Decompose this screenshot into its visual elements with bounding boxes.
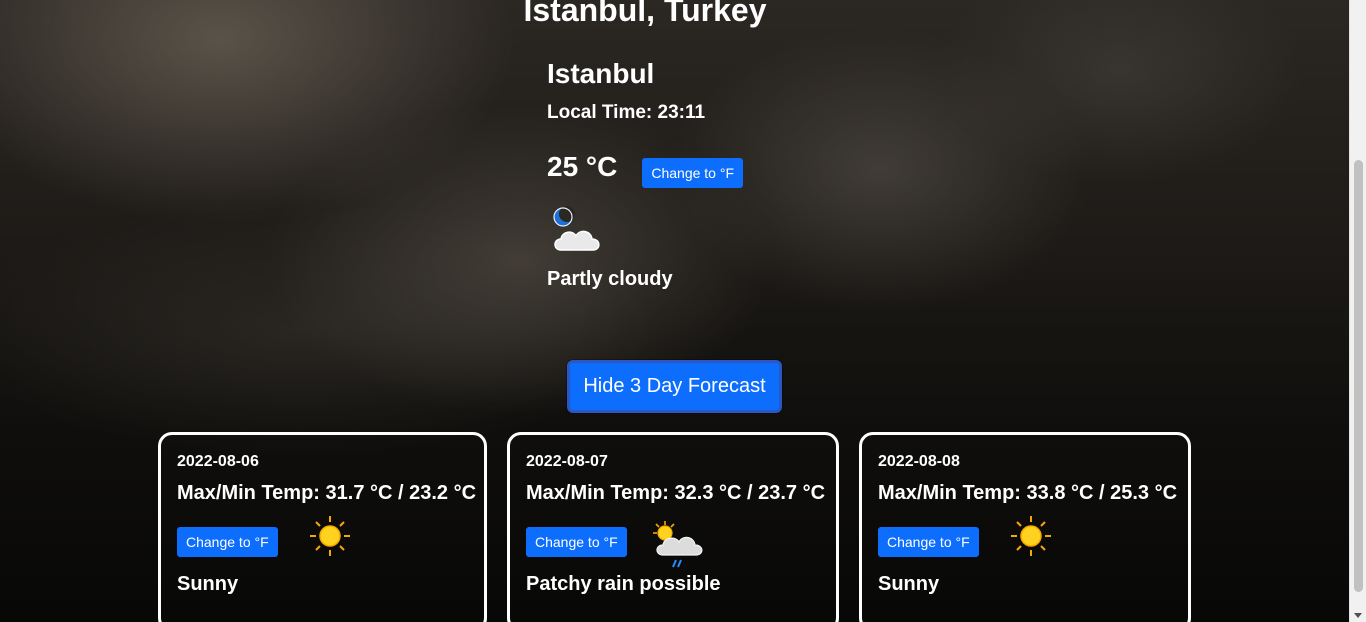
scrollbar-thumb[interactable] — [1354, 160, 1363, 592]
forecast-condition: Sunny — [878, 573, 940, 595]
change-unit-button[interactable]: Change to °F — [878, 527, 979, 557]
change-unit-button[interactable]: Change to °F — [526, 527, 627, 557]
sun-icon — [1009, 514, 1065, 570]
forecast-date: 2022-08-08 — [878, 453, 960, 470]
current-temperature: 25 °C — [547, 151, 618, 182]
forecast-row: Change to °F — [878, 516, 1188, 561]
page-scrollbar[interactable] — [1349, 0, 1366, 622]
scroll-down-arrow-icon[interactable] — [1354, 613, 1362, 618]
change-unit-button[interactable]: Change to °F — [177, 527, 278, 557]
forecast-condition: Patchy rain possible — [526, 573, 721, 595]
partly-cloudy-night-icon — [547, 204, 611, 268]
hide-forecast-button[interactable]: Hide 3 Day Forecast — [567, 360, 782, 413]
forecast-card: 2022-08-06 Max/Min Temp: 31.7 °C / 23.2 … — [158, 432, 487, 622]
patchy-rain-icon — [649, 519, 705, 575]
sun-icon — [308, 514, 364, 570]
forecast-row: Change to °F — [177, 516, 484, 561]
forecast-temps: Max/Min Temp: 33.8 °C / 25.3 °C — [878, 482, 1178, 504]
location-title: Istanbul, Turkey — [523, 0, 767, 28]
forecast-card: 2022-08-08 Max/Min Temp: 33.8 °C / 25.3 … — [859, 432, 1191, 622]
local-time: Local Time: 23:11 — [547, 102, 706, 123]
current-weather: Istanbul Local Time: 23:11 25 °C Change … — [547, 58, 743, 291]
forecast-date: 2022-08-06 — [177, 453, 259, 470]
forecast-row: Change to °F — [526, 521, 836, 568]
forecast-card: 2022-08-07 Max/Min Temp: 32.3 °C / 23.7 … — [507, 432, 839, 622]
city-name: Istanbul — [547, 58, 655, 89]
forecast-date: 2022-08-07 — [526, 453, 608, 470]
change-unit-button[interactable]: Change to °F — [642, 158, 743, 188]
forecast-temps: Max/Min Temp: 31.7 °C / 23.2 °C — [177, 482, 477, 504]
forecast-temps: Max/Min Temp: 32.3 °C / 23.7 °C — [526, 482, 826, 504]
temperature-row: 25 °C Change to °F — [547, 146, 743, 188]
forecast-condition: Sunny — [177, 573, 239, 595]
current-condition: Partly cloudy — [547, 268, 673, 290]
